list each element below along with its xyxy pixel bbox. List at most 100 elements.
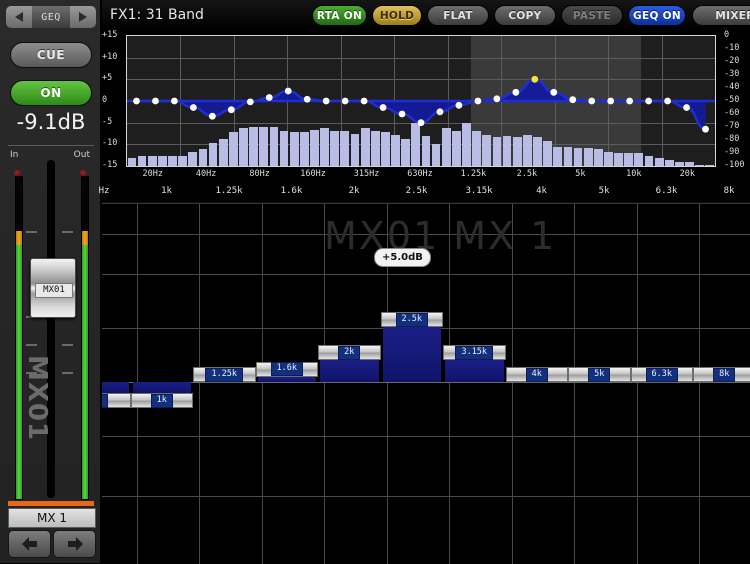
geq-prev-button[interactable]	[6, 6, 32, 28]
geq-band-fader[interactable]: 2k	[318, 345, 381, 360]
geq-band-fill	[383, 327, 442, 382]
eq-point[interactable]	[304, 96, 311, 103]
next-channel-button[interactable]	[53, 530, 96, 558]
geq-band-tick: 6.3k	[656, 186, 678, 196]
eq-point[interactable]	[512, 89, 519, 96]
geq-band-tick: 3.15k	[465, 186, 492, 196]
eq-point[interactable]	[285, 88, 292, 95]
rta-x-tick: 80Hz	[249, 169, 269, 179]
eq-point[interactable]	[152, 98, 159, 105]
geq-band-label: 1.6k	[271, 362, 303, 376]
eq-response-curve	[127, 36, 715, 166]
eq-point[interactable]	[702, 126, 709, 133]
geq-band-tick: 1k	[161, 186, 172, 196]
channel-on-button[interactable]: ON	[10, 80, 92, 106]
channel-vertical-label: MX01	[22, 355, 52, 475]
eq-point[interactable]	[171, 98, 178, 105]
geq-band-tick: Hz	[99, 186, 110, 196]
eq-point[interactable]	[342, 98, 349, 105]
geq-fader-area[interactable]: MX01 MX 1 +5.0dB 01k1.25k1.6k2k2.5k3.15k…	[102, 203, 750, 564]
eq-point[interactable]	[664, 98, 671, 105]
eq-point[interactable]	[437, 108, 444, 115]
eq-point[interactable]	[645, 98, 652, 105]
output-level-meter	[81, 176, 89, 500]
geq-band-fader[interactable]: 1k	[131, 393, 194, 408]
eq-point[interactable]	[683, 104, 690, 111]
geq-gridline-vertical	[324, 204, 325, 564]
geq-gridline-horizontal	[102, 274, 750, 275]
geq-band-fader[interactable]: 3.15k	[443, 345, 506, 360]
geq-band-label: 8k	[713, 368, 735, 382]
eq-point[interactable]	[418, 119, 425, 126]
eq-point[interactable]	[380, 104, 387, 111]
geq-band-axis: Hz1k1.25k1.6k2k2.5k3.15k4k5k6.3k8k	[102, 186, 750, 202]
eq-point[interactable]	[475, 98, 482, 105]
eq-point[interactable]	[323, 98, 330, 105]
eq-point[interactable]	[550, 89, 557, 96]
rta-x-tick: 2.5k	[517, 169, 537, 179]
rta-y-tick-right: -30	[724, 69, 750, 79]
eq-point[interactable]	[399, 111, 406, 118]
cue-button[interactable]: CUE	[10, 42, 92, 68]
rta-on-button[interactable]: RTA ON	[312, 5, 367, 26]
geq-band-fader[interactable]: 1.25k	[193, 367, 256, 382]
rta-y-tick-right: -70	[724, 121, 750, 131]
channel-fader-knob[interactable]: MX01	[30, 258, 76, 318]
mixer-button[interactable]: MIXER	[692, 5, 750, 26]
geq-gridline-vertical	[637, 204, 638, 564]
rta-x-tick: 630Hz	[407, 169, 433, 179]
geq-gridline-horizontal	[102, 496, 750, 497]
geq-band-tick: 1.6k	[281, 186, 303, 196]
geq-band-tick: 1.25k	[215, 186, 242, 196]
paste-button[interactable]: PASTE	[561, 5, 623, 26]
geq-band-fader[interactable]: 2.5k	[381, 312, 444, 327]
eq-point[interactable]	[228, 106, 235, 113]
geq-next-button[interactable]	[70, 6, 96, 28]
geq-band-fader[interactable]: 4k	[506, 367, 569, 382]
geq-band-fader[interactable]: 8k	[693, 367, 750, 382]
eq-point[interactable]	[247, 98, 254, 105]
rta-y-tick-left: -5	[102, 117, 124, 127]
eq-point[interactable]	[209, 113, 216, 120]
fader-level-value: -9.1dB	[0, 110, 102, 134]
rta-x-tick: 20k	[680, 169, 695, 179]
flat-button[interactable]: FLAT	[427, 5, 489, 26]
eq-point[interactable]	[361, 98, 368, 105]
eq-point[interactable]	[607, 98, 614, 105]
copy-button[interactable]: COPY	[494, 5, 556, 26]
rta-y-tick-right: -20	[724, 56, 750, 66]
eq-point[interactable]	[266, 94, 273, 101]
geq-band-fader[interactable]: 5k	[568, 367, 631, 382]
channel-name-box[interactable]: MX 1	[8, 508, 96, 528]
geq-on-button[interactable]: GEQ ON	[628, 5, 686, 26]
rta-x-tick: 5k	[575, 169, 585, 179]
geq-gridline-horizontal	[102, 436, 750, 437]
eq-point[interactable]	[626, 98, 633, 105]
geq-band-fill	[320, 360, 379, 382]
eq-point-selected[interactable]	[531, 76, 538, 83]
geq-band-fader[interactable]: 6.3k	[631, 367, 694, 382]
eq-point[interactable]	[133, 98, 140, 105]
geq-band-tick: 2k	[349, 186, 360, 196]
geq-band-fader[interactable]: 1.6k	[256, 362, 319, 377]
page-title: FX1: 31 Band	[110, 7, 204, 23]
channel-color-bar	[8, 501, 94, 506]
eq-point[interactable]	[588, 98, 595, 105]
meter-out-label: Out	[74, 150, 90, 160]
rta-y-tick-right: -40	[724, 82, 750, 92]
rta-x-tick: 315Hz	[354, 169, 380, 179]
geq-band-fill	[133, 382, 192, 393]
geq-band-fill	[445, 360, 504, 382]
geq-band-label: 5k	[588, 368, 610, 382]
hold-button[interactable]: HOLD	[372, 5, 422, 26]
prev-channel-button[interactable]	[8, 530, 51, 558]
rta-plot-area[interactable]	[126, 35, 716, 167]
eq-point[interactable]	[456, 102, 463, 109]
eq-point[interactable]	[569, 96, 576, 103]
geq-band-label: 1.25k	[205, 368, 243, 382]
strip-divider	[8, 145, 94, 146]
rta-y-tick-left: 0	[102, 95, 124, 105]
geq-band-fader[interactable]: 0	[102, 393, 131, 408]
eq-point[interactable]	[190, 104, 197, 111]
eq-point[interactable]	[493, 95, 500, 102]
